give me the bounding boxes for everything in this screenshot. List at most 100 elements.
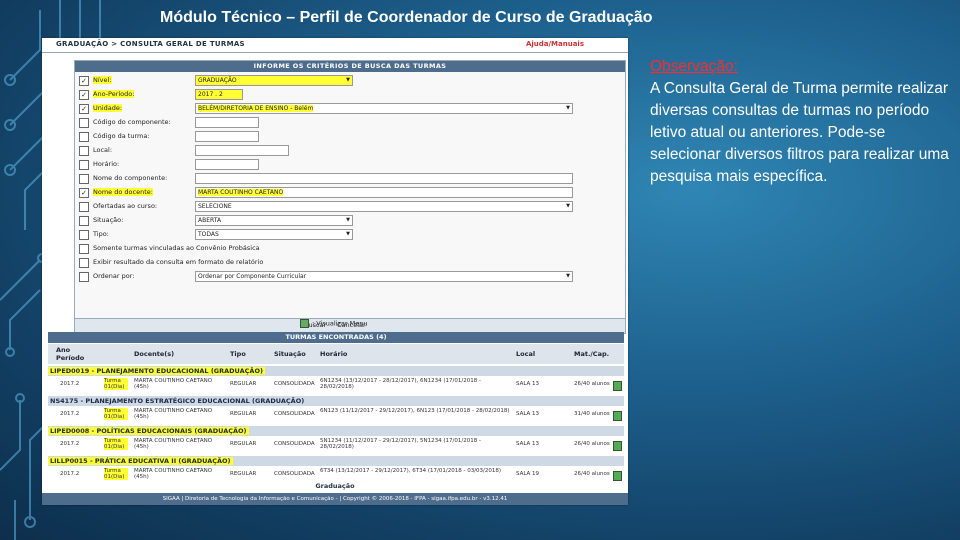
checkbox-local[interactable]	[79, 146, 89, 156]
search-criteria-form: INFORME OS CRITÉRIOS DE BUSCA DAS TURMAS…	[74, 60, 626, 334]
view-menu-icon[interactable]	[613, 411, 622, 421]
checkbox-horario[interactable]	[79, 160, 89, 170]
field-ano-periodo: ✓ Ano-Período: 2017 . 2	[75, 88, 625, 102]
results-columns: Ano Período Docente(s) Tipo Situação Hor…	[48, 344, 624, 364]
view-menu-legend: : Visualizar Menu	[300, 319, 367, 328]
field-tipo: Tipo: TODAS ▼	[75, 228, 625, 242]
checkbox-relatorio[interactable]	[79, 258, 89, 268]
table-row[interactable]: 2017.2 Turma 01(Dia) MARTA COUTINHO CAET…	[48, 377, 624, 395]
table-row[interactable]: 2017.2 Turma 01(Dia) MARTA COUTINHO CAET…	[48, 407, 624, 425]
field-local: Local:	[75, 144, 625, 158]
checkbox-unidade[interactable]: ✓	[79, 104, 89, 114]
checkbox-tipo[interactable]	[79, 230, 89, 240]
col-docente: Docente(s)	[134, 350, 175, 358]
footer-bar: SIGAA | Diretoria de Tecnologia da Infor…	[42, 493, 628, 505]
col-ano: Ano Período	[56, 346, 85, 362]
input-nome-componente[interactable]	[195, 173, 573, 184]
table-row[interactable]: 2017.2 Turma 01(Dia) MARTA COUTINHO CAET…	[48, 437, 624, 455]
label-tipo: Tipo:	[93, 230, 109, 238]
col-local: Local	[516, 350, 536, 358]
field-nome-docente: ✓ Nome do docente: MARTA COUTINHO CAETAN…	[75, 186, 625, 200]
footer-link[interactable]: Graduação	[42, 482, 628, 492]
view-menu-icon	[300, 319, 309, 328]
turma-link[interactable]: Turma 01(Dia)	[104, 408, 128, 420]
select-situacao[interactable]: ABERTA ▼	[195, 215, 353, 226]
col-tipo: Tipo	[230, 350, 246, 358]
select-tipo[interactable]: TODAS ▼	[195, 229, 353, 240]
label-ofertadas-curso: Ofertadas ao curso:	[93, 202, 158, 210]
checkbox-codigo-componente[interactable]	[79, 118, 89, 128]
input-codigo-componente[interactable]	[195, 117, 259, 128]
chevron-down-icon: ▼	[566, 273, 570, 279]
chevron-down-icon: ▼	[566, 105, 570, 111]
view-menu-icon[interactable]	[613, 381, 622, 391]
label-nivel: Nível:	[93, 76, 112, 84]
view-menu-icon[interactable]	[613, 471, 622, 481]
app-header: GRADUAÇÃO > CONSULTA GERAL DE TURMAS Aju…	[42, 38, 628, 53]
checkbox-probasica[interactable]	[79, 244, 89, 254]
label-codigo-componente: Código do componente:	[93, 118, 171, 126]
checkbox-nome-componente[interactable]	[79, 174, 89, 184]
col-situacao: Situação	[274, 350, 306, 358]
input-horario[interactable]	[195, 159, 259, 170]
col-mat: Mat./Cap.	[574, 350, 610, 358]
group-header: LILLP0015 - PRÁTICA EDUCATIVA II (GRADUA…	[48, 456, 624, 466]
field-ordenar: Ordenar por: Ordenar por Componente Curr…	[75, 270, 625, 284]
field-situacao: Situação: ABERTA ▼	[75, 214, 625, 228]
observation-panel: Observação: A Consulta Geral de Turma pe…	[650, 56, 950, 188]
checkbox-ano-periodo[interactable]: ✓	[79, 90, 89, 100]
view-menu-label: : Visualizar Menu	[312, 319, 368, 328]
checkbox-situacao[interactable]	[79, 216, 89, 226]
input-local[interactable]	[195, 145, 289, 156]
field-unidade: ✓ Unidade: BELÉM/DIRETORIA DE ENSINO - B…	[75, 102, 625, 116]
field-nome-componente: Nome do componente:	[75, 172, 625, 186]
input-ano-periodo[interactable]: 2017 . 2	[195, 89, 243, 100]
group-header: LIPED0008 - POLÍTICAS EDUCACIONAIS (GRAD…	[48, 426, 624, 436]
observation-heading: Observação:	[650, 58, 738, 75]
select-nivel[interactable]: GRADUAÇÃO ▼	[195, 75, 353, 86]
checkbox-nome-docente[interactable]: ✓	[79, 188, 89, 198]
observation-text: A Consulta Geral de Turma permite realiz…	[650, 80, 949, 185]
field-codigo-turma: Código da turma:	[75, 130, 625, 144]
chevron-down-icon: ▼	[346, 231, 350, 237]
breadcrumb[interactable]: GRADUAÇÃO > CONSULTA GERAL DE TURMAS	[56, 40, 245, 48]
checkbox-nivel[interactable]: ✓	[79, 76, 89, 86]
col-horario: Horário	[320, 350, 348, 358]
group-header: NS4175 - PLANEJAMENTO ESTRATÉGICO EDUCAC…	[48, 396, 624, 406]
view-menu-icon[interactable]	[613, 441, 622, 451]
field-nivel: ✓ Nível: GRADUAÇÃO ▼	[75, 74, 625, 88]
label-relatorio: Exibir resultado da consulta em formato …	[93, 258, 264, 266]
label-ano-periodo: Ano-Período:	[93, 90, 135, 98]
label-nome-docente: Nome do docente:	[93, 188, 153, 196]
label-nome-componente: Nome do componente:	[93, 174, 168, 182]
field-probasica: Somente turmas vinculadas ao Convênio Pr…	[75, 242, 625, 256]
select-unidade[interactable]: BELÉM/DIRETORIA DE ENSINO - Belém ▼	[195, 103, 573, 114]
turma-link[interactable]: Turma 01(Dia)	[104, 468, 128, 480]
field-horario: Horário:	[75, 158, 625, 172]
input-nome-docente[interactable]: MARTA COUTINHO CAETANO	[195, 187, 573, 198]
select-ofertadas-curso[interactable]: SELECIONE ▼	[195, 201, 573, 212]
input-codigo-turma[interactable]	[195, 131, 259, 142]
checkbox-codigo-turma[interactable]	[79, 132, 89, 142]
label-local: Local:	[93, 146, 113, 154]
label-ordenar: Ordenar por:	[93, 272, 135, 280]
group-header: LIPED0019 - PLANEJAMENTO EDUCACIONAL (GR…	[48, 366, 624, 376]
checkbox-ordenar[interactable]	[79, 272, 89, 282]
sigaa-screenshot: GRADUAÇÃO > CONSULTA GERAL DE TURMAS Aju…	[42, 38, 628, 505]
chevron-down-icon: ▼	[346, 217, 350, 223]
slide-title: Módulo Técnico – Perfil de Coordenador d…	[160, 9, 653, 26]
turma-link[interactable]: Turma 01(Dia)	[104, 438, 128, 450]
select-ordenar[interactable]: Ordenar por Componente Curricular ▼	[195, 271, 573, 282]
label-situacao: Situação:	[93, 216, 124, 224]
form-title: INFORME OS CRITÉRIOS DE BUSCA DAS TURMAS	[75, 61, 625, 72]
field-relatorio: Exibir resultado da consulta em formato …	[75, 256, 625, 270]
label-codigo-turma: Código da turma:	[93, 132, 150, 140]
field-codigo-componente: Código do componente:	[75, 116, 625, 130]
results-title: TURMAS ENCONTRADAS (4)	[48, 332, 624, 343]
label-probasica: Somente turmas vinculadas ao Convênio Pr…	[93, 244, 260, 252]
turma-link[interactable]: Turma 01(Dia)	[104, 378, 128, 390]
label-unidade: Unidade:	[93, 104, 123, 112]
checkbox-ofertadas-curso[interactable]	[79, 202, 89, 212]
chevron-down-icon: ▼	[346, 77, 350, 83]
help-link[interactable]: Ajuda/Manuais	[526, 40, 584, 48]
